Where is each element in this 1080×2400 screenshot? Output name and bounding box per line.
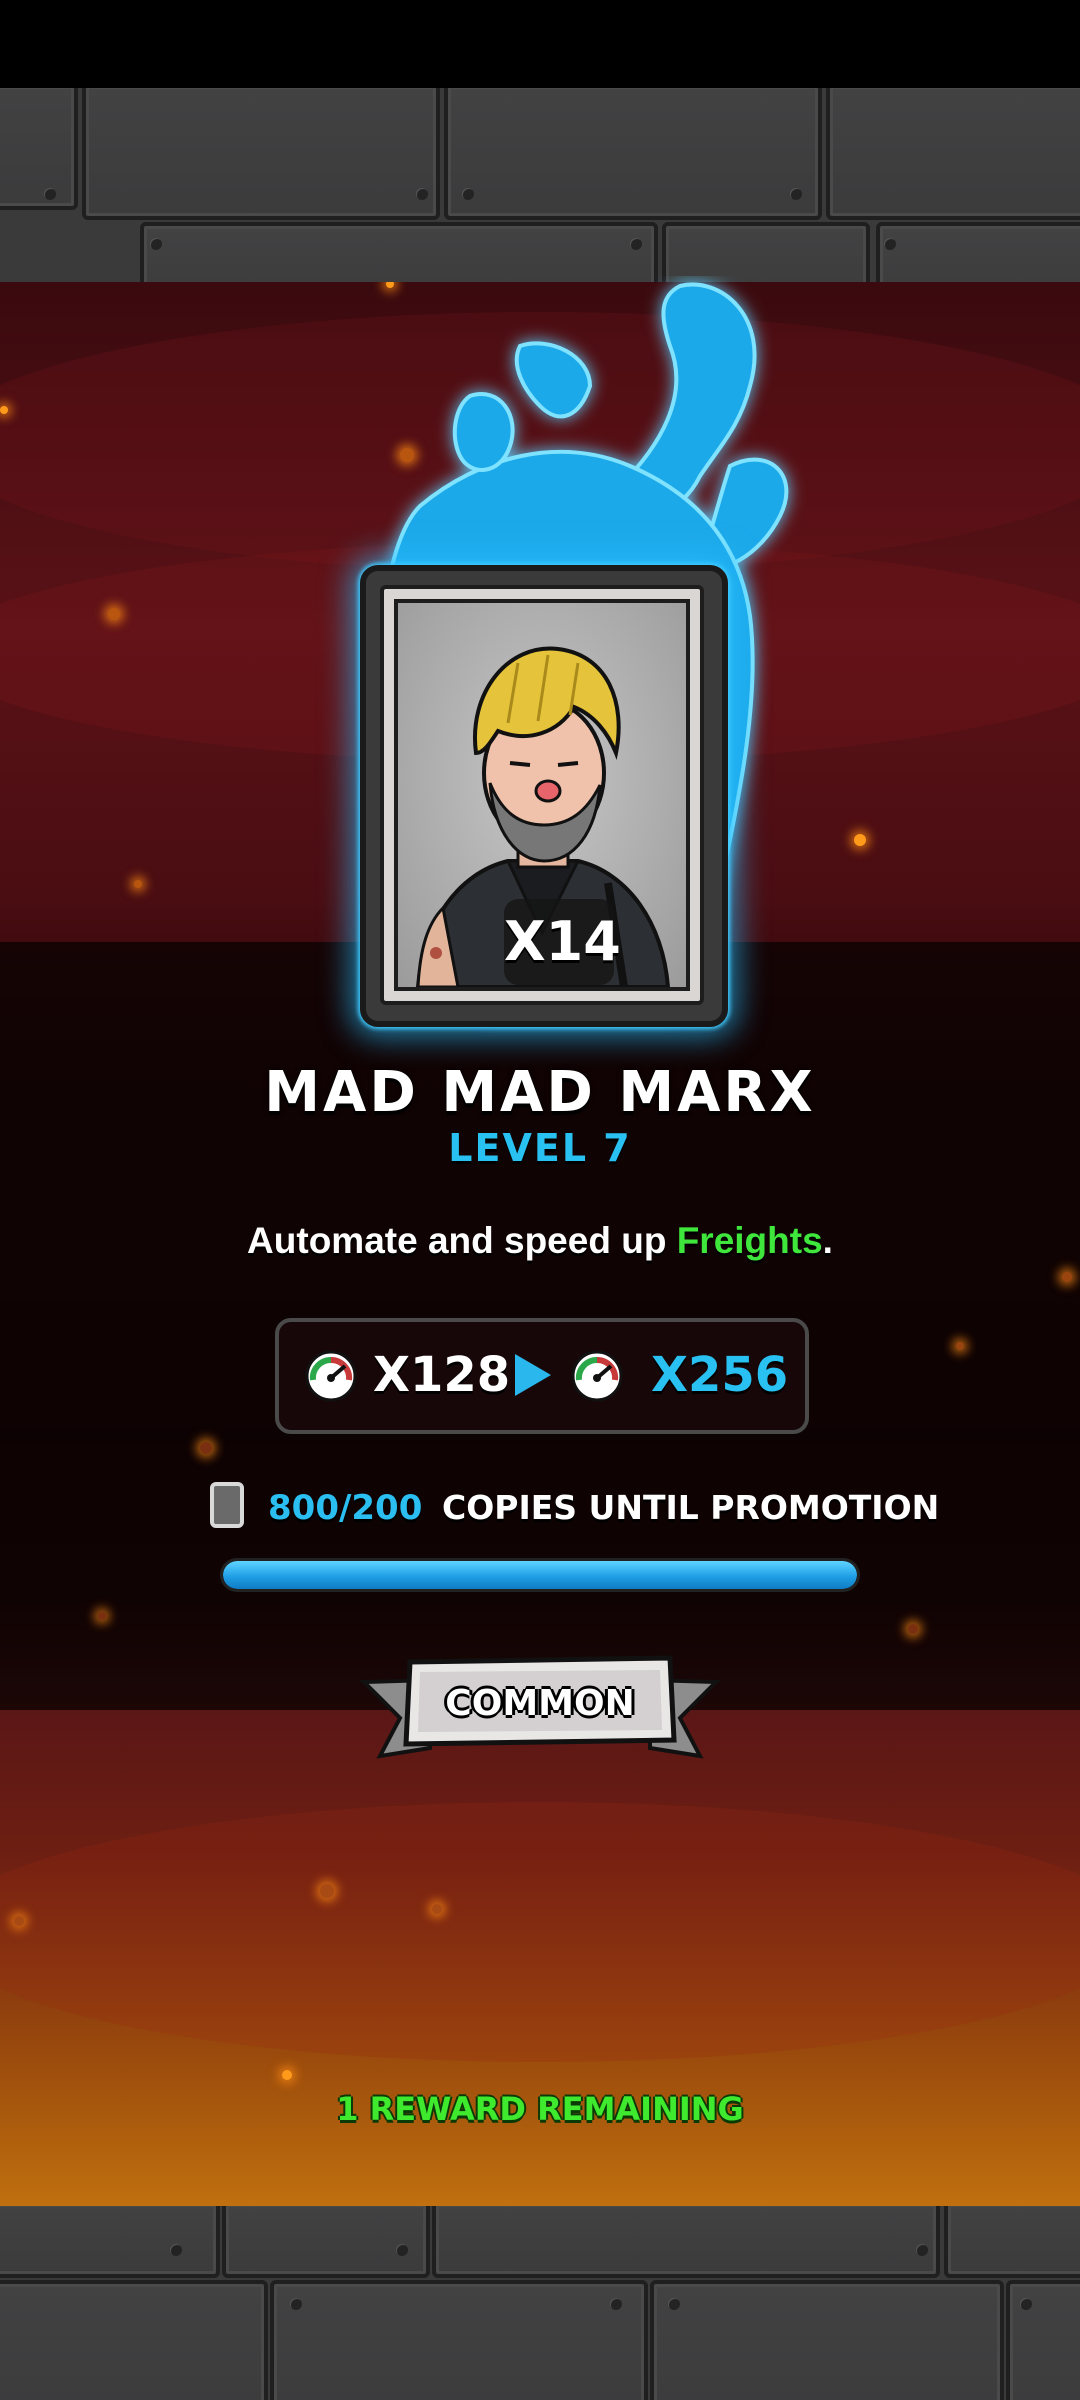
ember <box>98 1612 106 1620</box>
wall-plate <box>0 88 78 210</box>
rivet <box>790 188 802 200</box>
ember <box>282 2070 292 2080</box>
promotion-row: 800/200 COPIES UNTIL PROMOTION <box>0 1480 1080 1540</box>
arrow-right-icon <box>515 1354 551 1396</box>
ember <box>14 1916 24 1926</box>
ember <box>108 608 120 620</box>
boost-comparison-panel: X128 X256 <box>275 1318 809 1434</box>
ember <box>320 1884 334 1898</box>
wall-plate <box>1006 2280 1080 2400</box>
rivet <box>290 2298 302 2310</box>
status-bar <box>0 0 1080 88</box>
rarity-ribbon: COMMON <box>359 1652 721 1762</box>
wall-plate <box>222 2206 430 2278</box>
description-text: Automate and speed up <box>247 1220 677 1261</box>
rivet <box>630 238 642 250</box>
speed-gauge-icon <box>305 1350 357 1402</box>
wall-plate <box>444 88 822 220</box>
ember <box>200 1442 212 1454</box>
wall-plate <box>140 222 658 282</box>
ember <box>908 1624 918 1634</box>
rewards-remaining-text: 1 REWARD REMAINING <box>336 2090 744 2128</box>
rivet <box>610 2298 622 2310</box>
rivet <box>416 188 428 200</box>
rivet <box>170 2244 182 2256</box>
wall-plate <box>270 2280 648 2400</box>
character-name: MAD MAD MARX <box>264 1060 816 1125</box>
card-count-badge: X14 <box>504 899 621 985</box>
ember <box>956 1342 964 1350</box>
rivet <box>668 2298 680 2310</box>
wall-plate <box>650 2280 1004 2400</box>
rivet <box>396 2244 408 2256</box>
description-suffix: . <box>822 1220 833 1261</box>
rivet <box>150 238 162 250</box>
boost-current-value: X128 <box>373 1347 511 1403</box>
wall-plate <box>82 88 440 220</box>
wall-plate <box>662 222 870 282</box>
card-copies-icon <box>210 1482 244 1528</box>
ember <box>432 1904 442 1914</box>
card-frame: X14 <box>380 585 704 1005</box>
promotion-progress-fill <box>223 1561 857 1589</box>
ember <box>0 406 8 414</box>
rivet <box>884 238 896 250</box>
description-highlight: Freights <box>676 1220 823 1261</box>
wall-plate <box>826 88 1080 220</box>
wall-plate <box>876 222 1080 282</box>
character-card[interactable]: X14 <box>360 565 728 1027</box>
character-level: LEVEL 7 <box>448 1126 632 1170</box>
copies-count: 800/200 <box>268 1488 423 1528</box>
wall-plate <box>944 2206 1080 2278</box>
background-wave <box>0 1802 1080 2062</box>
rivet <box>462 188 474 200</box>
rivet <box>916 2244 928 2256</box>
metal-wall-top <box>0 88 1080 282</box>
ember <box>1062 1272 1072 1282</box>
rarity-label: COMMON <box>445 1683 635 1724</box>
copies-label: COPIES UNTIL PROMOTION <box>442 1488 940 1527</box>
promotion-progress-bar <box>220 1558 860 1592</box>
speed-gauge-icon <box>571 1350 623 1402</box>
wall-plate <box>432 2206 940 2278</box>
rivet <box>44 188 56 200</box>
boost-next-value: X256 <box>651 1347 789 1403</box>
metal-wall-bottom <box>0 2206 1080 2400</box>
ember <box>134 880 142 888</box>
rivet <box>1020 2298 1032 2310</box>
ability-description: Automate and speed up Freights. <box>0 1220 1080 1262</box>
wall-plate <box>0 2206 220 2278</box>
reward-reveal-screen: X14 MAD MAD MARX LEVEL 7 Automate and sp… <box>0 0 1080 2400</box>
wall-plate <box>0 2280 268 2400</box>
